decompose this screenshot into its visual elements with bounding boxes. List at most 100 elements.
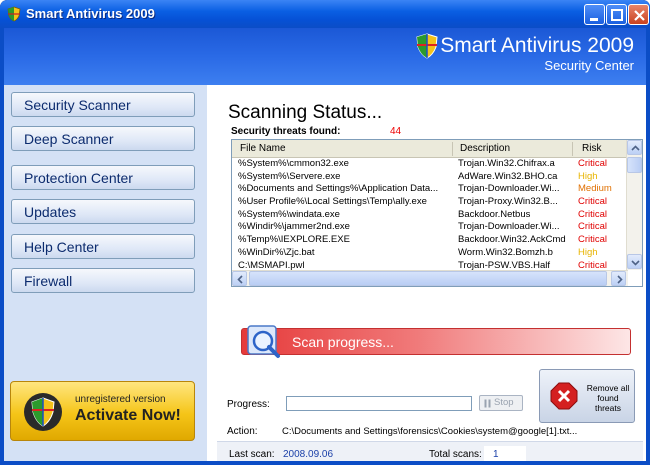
table-row[interactable]: %User Profile%\Local Settings\Temp\ally.… bbox=[232, 196, 628, 209]
remove-threats-label: Remove all found threats bbox=[586, 383, 630, 413]
scroll-left-button[interactable] bbox=[232, 271, 247, 286]
table-row[interactable]: %System%\windata.exe Backdoor.Netbus Criti… bbox=[232, 209, 628, 222]
maximize-icon bbox=[611, 9, 623, 21]
table-row[interactable]: %Documents and Settings%\Application Dat… bbox=[232, 183, 628, 196]
app-window: Smart Antivirus 2009 Smart Antivirus 200… bbox=[0, 0, 650, 465]
cell-file-name: %System%\cmmon32.exe bbox=[238, 158, 349, 169]
stop-icon bbox=[484, 399, 491, 408]
client-area: Smart Antivirus 2009 Security Center Sec… bbox=[4, 28, 646, 465]
stop-button[interactable]: Stop bbox=[479, 395, 523, 411]
chevron-left-icon bbox=[237, 275, 243, 284]
progress-label: Progress: bbox=[227, 399, 270, 410]
title-bar[interactable]: Smart Antivirus 2009 bbox=[0, 0, 650, 28]
cell-file-name: %System%\Servere.exe bbox=[238, 170, 341, 182]
chevron-up-icon bbox=[631, 145, 640, 151]
column-header-file-name[interactable]: File Name bbox=[240, 143, 286, 154]
cell-description: Trojan-Downloader.Wi... bbox=[458, 183, 560, 195]
window-border-right bbox=[646, 28, 650, 465]
header-title: Smart Antivirus 2009 bbox=[440, 34, 634, 57]
shield-logo-icon bbox=[416, 33, 438, 59]
cell-file-name: %System%\windata.exe bbox=[238, 208, 340, 220]
column-divider[interactable] bbox=[572, 142, 573, 156]
threats-list[interactable]: File Name Description Risk %System%\cmmo… bbox=[231, 139, 643, 287]
sidebar: Security Scanner Deep Scanner Protection… bbox=[4, 85, 207, 461]
cell-description: Worm.Win32.Bomzh.b bbox=[458, 246, 553, 258]
scroll-thumb[interactable] bbox=[249, 271, 607, 286]
total-scans-label: Total scans: bbox=[429, 449, 482, 460]
sidebar-item-security-scanner[interactable]: Security Scanner bbox=[11, 92, 195, 117]
column-header-risk[interactable]: Risk bbox=[582, 143, 601, 154]
activate-now-button[interactable]: unregistered version Activate Now! bbox=[10, 381, 195, 441]
total-scans-value: 1 bbox=[493, 449, 499, 460]
list-header: File Name Description Risk bbox=[232, 140, 628, 158]
cell-description: AdWare.Win32.BHO.ca bbox=[458, 170, 558, 182]
remove-threats-button[interactable]: Remove all found threats bbox=[539, 369, 635, 423]
header-subtitle: Security Center bbox=[544, 58, 634, 73]
scan-progress-banner: Scan progress... bbox=[241, 328, 631, 355]
scroll-thumb[interactable] bbox=[627, 157, 642, 173]
threats-found-count: 44 bbox=[390, 126, 402, 137]
cell-risk: High bbox=[578, 246, 598, 258]
table-row[interactable]: %System%\Servere.exe AdWare.Win32.BHO.ca H… bbox=[232, 171, 628, 184]
shield-icon bbox=[7, 6, 21, 22]
cell-file-name: C:\MSMAPI.pwl bbox=[238, 259, 305, 271]
window-title: Smart Antivirus 2009 bbox=[26, 6, 155, 21]
cell-risk: Medium bbox=[578, 183, 612, 195]
sidebar-item-firewall[interactable]: Firewall bbox=[11, 268, 195, 293]
sidebar-item-help-center[interactable]: Help Center bbox=[11, 234, 195, 259]
scroll-up-button[interactable] bbox=[627, 140, 642, 155]
total-scans-box bbox=[484, 446, 526, 461]
page-title: Scanning Status... bbox=[228, 102, 383, 123]
cell-file-name: %WinDir%\Zjc.bat bbox=[238, 246, 315, 258]
stop-label: Stop bbox=[494, 397, 514, 408]
sidebar-item-protection-center[interactable]: Protection Center bbox=[11, 165, 195, 190]
close-button[interactable] bbox=[628, 4, 649, 25]
shield-icon bbox=[24, 393, 62, 431]
cell-file-name: %Windir%\jammer2nd.exe bbox=[238, 221, 350, 233]
table-row[interactable]: %Temp%\IEXPLORE.EXE Backdoor.Win32.AckCmd… bbox=[232, 234, 628, 247]
chevron-right-icon bbox=[617, 275, 623, 284]
scroll-right-button[interactable] bbox=[611, 271, 626, 286]
chevron-down-icon bbox=[631, 260, 640, 266]
column-header-description[interactable]: Description bbox=[460, 143, 510, 154]
cell-risk: Critical bbox=[578, 158, 608, 169]
cell-risk: High bbox=[578, 170, 598, 182]
action-label: Action: bbox=[227, 426, 258, 437]
table-row[interactable]: %System%\cmmon32.exe Trojan.Win32.Chifrax… bbox=[232, 158, 628, 171]
maximize-button[interactable] bbox=[606, 4, 627, 25]
cell-description: Backdoor.Netbus bbox=[458, 208, 531, 220]
activate-label: Activate Now! bbox=[75, 407, 181, 424]
app-header: Smart Antivirus 2009 Security Center bbox=[4, 28, 646, 85]
cell-risk: Critical bbox=[578, 234, 608, 246]
scroll-down-button[interactable] bbox=[627, 254, 642, 269]
cell-file-name: %User Profile%\Local Settings\Temp\ally.… bbox=[238, 196, 427, 208]
column-divider[interactable] bbox=[452, 142, 453, 156]
horizontal-scrollbar[interactable] bbox=[232, 270, 628, 286]
action-value: C:\Documents and Settings\forensics\Cook… bbox=[282, 426, 578, 437]
cell-risk: Critical bbox=[578, 196, 608, 208]
last-scan-label: Last scan: bbox=[229, 449, 275, 460]
magnifier-icon bbox=[247, 325, 280, 358]
cell-risk: Critical bbox=[578, 221, 608, 233]
cell-description: Backdoor.Win32.AckCmd bbox=[458, 234, 566, 246]
threats-found-label: Security threats found: bbox=[231, 126, 341, 137]
cell-risk: Critical bbox=[578, 259, 608, 271]
close-icon bbox=[550, 382, 578, 410]
table-row[interactable]: %WinDir%\Zjc.bat Worm.Win32.Bomzh.b High bbox=[232, 247, 628, 260]
minimize-icon bbox=[590, 18, 598, 21]
list-rows: %System%\cmmon32.exe Trojan.Win32.Chifrax… bbox=[232, 158, 628, 272]
minimize-button[interactable] bbox=[584, 4, 605, 25]
window-border-bottom bbox=[0, 461, 650, 465]
cell-description: Trojan-Proxy.Win32.B... bbox=[458, 196, 558, 208]
cell-risk: Critical bbox=[578, 208, 608, 220]
cell-description: Trojan.Win32.Chifrax.a bbox=[458, 158, 555, 169]
table-row[interactable]: %Windir%\jammer2nd.exe Trojan-Downloader.… bbox=[232, 221, 628, 234]
sidebar-item-updates[interactable]: Updates bbox=[11, 199, 195, 224]
scan-progress-label: Scan progress... bbox=[292, 334, 394, 350]
progress-bar bbox=[286, 396, 472, 411]
sidebar-item-deep-scanner[interactable]: Deep Scanner bbox=[11, 126, 195, 151]
cell-file-name: %Temp%\IEXPLORE.EXE bbox=[238, 234, 350, 246]
vertical-scrollbar[interactable] bbox=[626, 140, 642, 270]
activate-subtext: unregistered version bbox=[75, 394, 166, 405]
close-icon bbox=[634, 10, 645, 21]
